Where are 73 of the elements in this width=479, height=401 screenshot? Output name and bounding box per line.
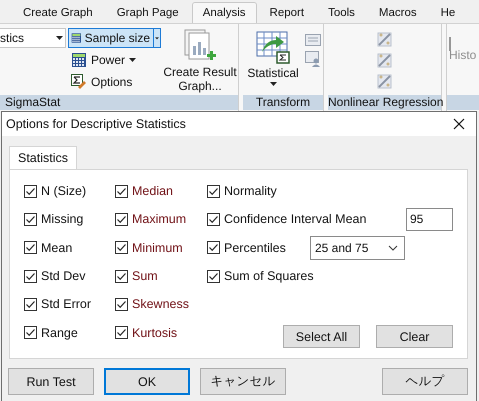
spreadsheet-arrow-icon xyxy=(256,30,290,64)
ribbon-tab[interactable]: Analysis xyxy=(192,2,257,23)
checkbox[interactable] xyxy=(115,184,128,198)
caret-icon[interactable] xyxy=(153,28,160,48)
help-button[interactable]: ヘルプ xyxy=(382,368,468,395)
checkbox-label: Missing xyxy=(41,212,84,226)
checkbox-label: N (Size) xyxy=(41,184,86,198)
checkbox-label: Percentiles xyxy=(224,240,287,255)
ribbon-tab[interactable]: Create Graph xyxy=(12,2,104,23)
curve-fit-icon[interactable] xyxy=(377,53,392,68)
checkbox[interactable] xyxy=(207,212,220,226)
group-label-bar xyxy=(447,95,479,110)
percentiles-dropdown[interactable]: 25 and 75 xyxy=(310,236,405,260)
checkbox[interactable] xyxy=(24,298,37,311)
calculator-icon xyxy=(71,52,87,68)
statistical-button[interactable]: Statistical xyxy=(245,24,301,95)
checkbox-label: Sum xyxy=(132,269,158,284)
ribbon-tab[interactable]: Tools xyxy=(317,2,366,23)
ribbon-tab[interactable]: Graph Page xyxy=(106,2,190,23)
ribbon-tab[interactable]: He xyxy=(430,2,456,23)
ribbon-tab[interactable]: Report xyxy=(258,2,316,23)
checkbox[interactable] xyxy=(207,270,220,283)
group-label: SigmaStat xyxy=(0,95,238,110)
checkbox-label: Maximum xyxy=(132,212,186,226)
checkbox[interactable] xyxy=(115,326,128,340)
checkbox-label: Skewness xyxy=(132,297,189,312)
checkbox[interactable] xyxy=(115,298,128,311)
checkbox-label: Median xyxy=(132,184,173,198)
sigma-pencil-icon xyxy=(71,74,87,90)
document-chart-icon xyxy=(183,29,217,63)
power-button[interactable]: Power xyxy=(68,50,164,70)
group-label: Transform xyxy=(243,95,323,110)
checkbox-label: Normality xyxy=(224,184,277,198)
ribbon-tab[interactable]: Macros xyxy=(368,2,428,23)
dialog-button[interactable]: OK xyxy=(104,368,190,395)
caret-icon xyxy=(270,82,276,86)
caret-icon xyxy=(129,58,136,62)
checkbox[interactable] xyxy=(24,184,37,198)
statistics-tab[interactable]: Statistics xyxy=(9,146,78,170)
checkbox-label: Sum of Squares xyxy=(224,269,314,284)
checkbox[interactable] xyxy=(115,212,128,226)
checkbox[interactable] xyxy=(24,241,37,254)
curve-fit-icon[interactable] xyxy=(377,74,392,89)
checkbox-label: Std Error xyxy=(41,297,92,312)
window-user-icon[interactable] xyxy=(305,51,321,67)
checkbox-label: Minimum xyxy=(132,240,183,255)
panel-button[interactable]: Select All xyxy=(283,325,360,348)
confidence-input[interactable]: 95 xyxy=(406,208,453,231)
options-button[interactable]: Options xyxy=(68,72,164,92)
close-icon[interactable] xyxy=(453,118,465,130)
checkbox-label: Confidence Interval Mean xyxy=(224,212,368,226)
sample-size-button[interactable]: Sample size xyxy=(68,28,161,48)
checkbox[interactable] xyxy=(24,212,37,226)
checkbox-label: Std Dev xyxy=(41,269,86,284)
test-dropdown[interactable]: stics xyxy=(0,28,66,48)
dialog-button[interactable]: Run Test xyxy=(8,368,94,395)
panel-button[interactable]: Clear xyxy=(376,325,453,348)
checkbox[interactable] xyxy=(207,184,220,198)
dialog-title: Options for Descriptive Statistics xyxy=(6,117,186,131)
checkbox[interactable] xyxy=(24,270,37,283)
group-label: Nonlinear Regression xyxy=(328,95,441,110)
dialog-button[interactable]: キャンセル xyxy=(200,368,286,395)
checkbox-label: Range xyxy=(41,326,78,340)
checkbox[interactable] xyxy=(24,326,37,340)
create-result-graph-button[interactable]: Create Result Graph... xyxy=(164,24,236,95)
checkbox-label: Kurtosis xyxy=(132,326,178,340)
checkbox[interactable] xyxy=(115,241,128,254)
checkbox[interactable] xyxy=(115,270,128,283)
checkbox[interactable] xyxy=(207,241,220,254)
checkbox-label: Mean xyxy=(41,240,72,255)
caret-icon xyxy=(56,36,63,40)
curve-fit-icon[interactable] xyxy=(377,32,392,47)
chevron-icon xyxy=(388,244,398,251)
